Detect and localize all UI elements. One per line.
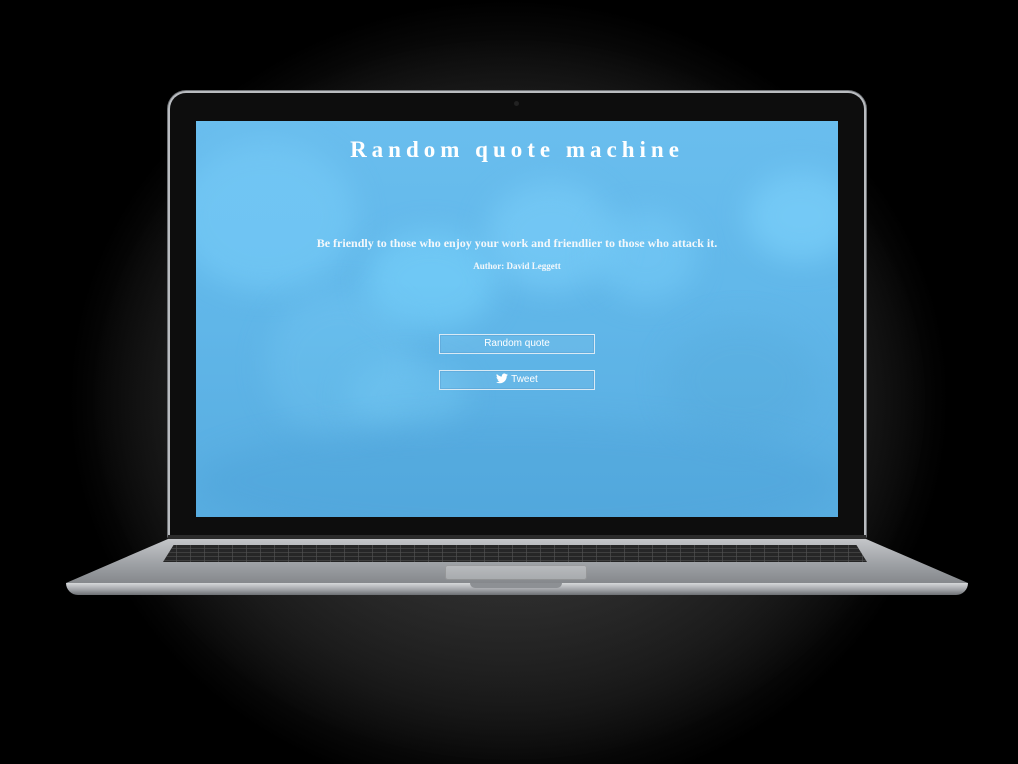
tweet-button[interactable]: Tweet: [439, 370, 595, 390]
random-quote-button[interactable]: Random quote: [439, 334, 595, 354]
tweet-label: Tweet: [511, 374, 538, 385]
screen-shade: [196, 121, 838, 517]
random-quote-label: Random quote: [484, 338, 550, 349]
quote-text: Be friendly to those who enjoy your work…: [316, 236, 718, 250]
lid-notch: [470, 583, 562, 588]
app-screen: Random quote machine Be friendly to thos…: [196, 121, 838, 517]
webcam: [514, 101, 519, 106]
keyboard-rows: [163, 545, 867, 562]
quote-author: Author: David Leggett: [473, 261, 561, 271]
twitter-bird-icon: [496, 373, 511, 385]
hinge: [168, 535, 866, 539]
trackpad: [445, 565, 587, 580]
page-title: Random quote machine: [350, 137, 684, 162]
